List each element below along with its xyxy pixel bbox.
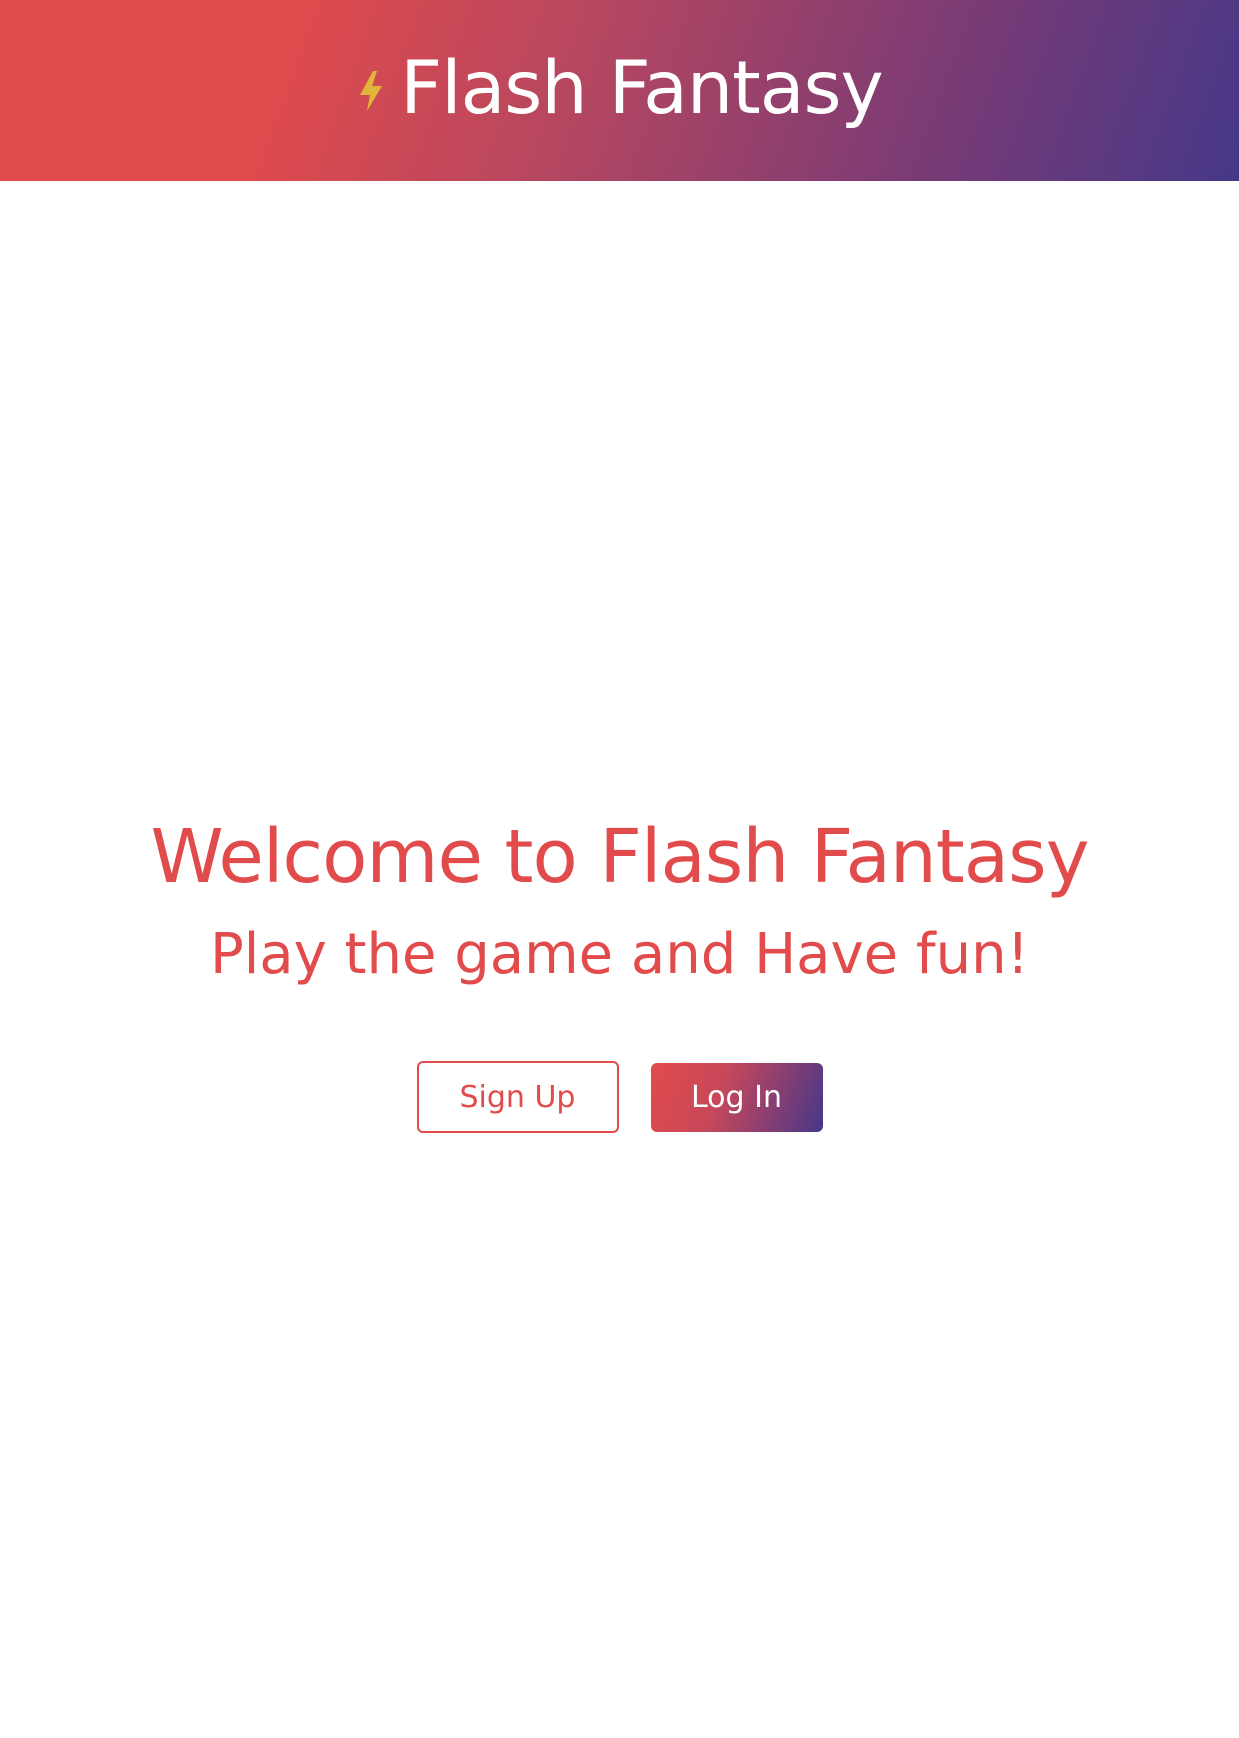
sign-up-button[interactable]: Sign Up xyxy=(416,1061,619,1133)
lightning-bolt-icon xyxy=(360,70,383,111)
log-in-button[interactable]: Log In xyxy=(650,1063,823,1132)
welcome-heading: Welcome to Flash Fantasy xyxy=(150,814,1090,900)
brand-title: Flash Fantasy xyxy=(400,46,883,131)
hero-section: Welcome to Flash Fantasy Play the game a… xyxy=(0,820,1239,983)
welcome-subheading: Play the game and Have fun! xyxy=(209,922,1030,987)
brand[interactable]: Flash Fantasy xyxy=(356,46,884,131)
auth-actions: Sign Up Log In xyxy=(0,1061,1239,1133)
app-header: Flash Fantasy xyxy=(0,0,1239,181)
